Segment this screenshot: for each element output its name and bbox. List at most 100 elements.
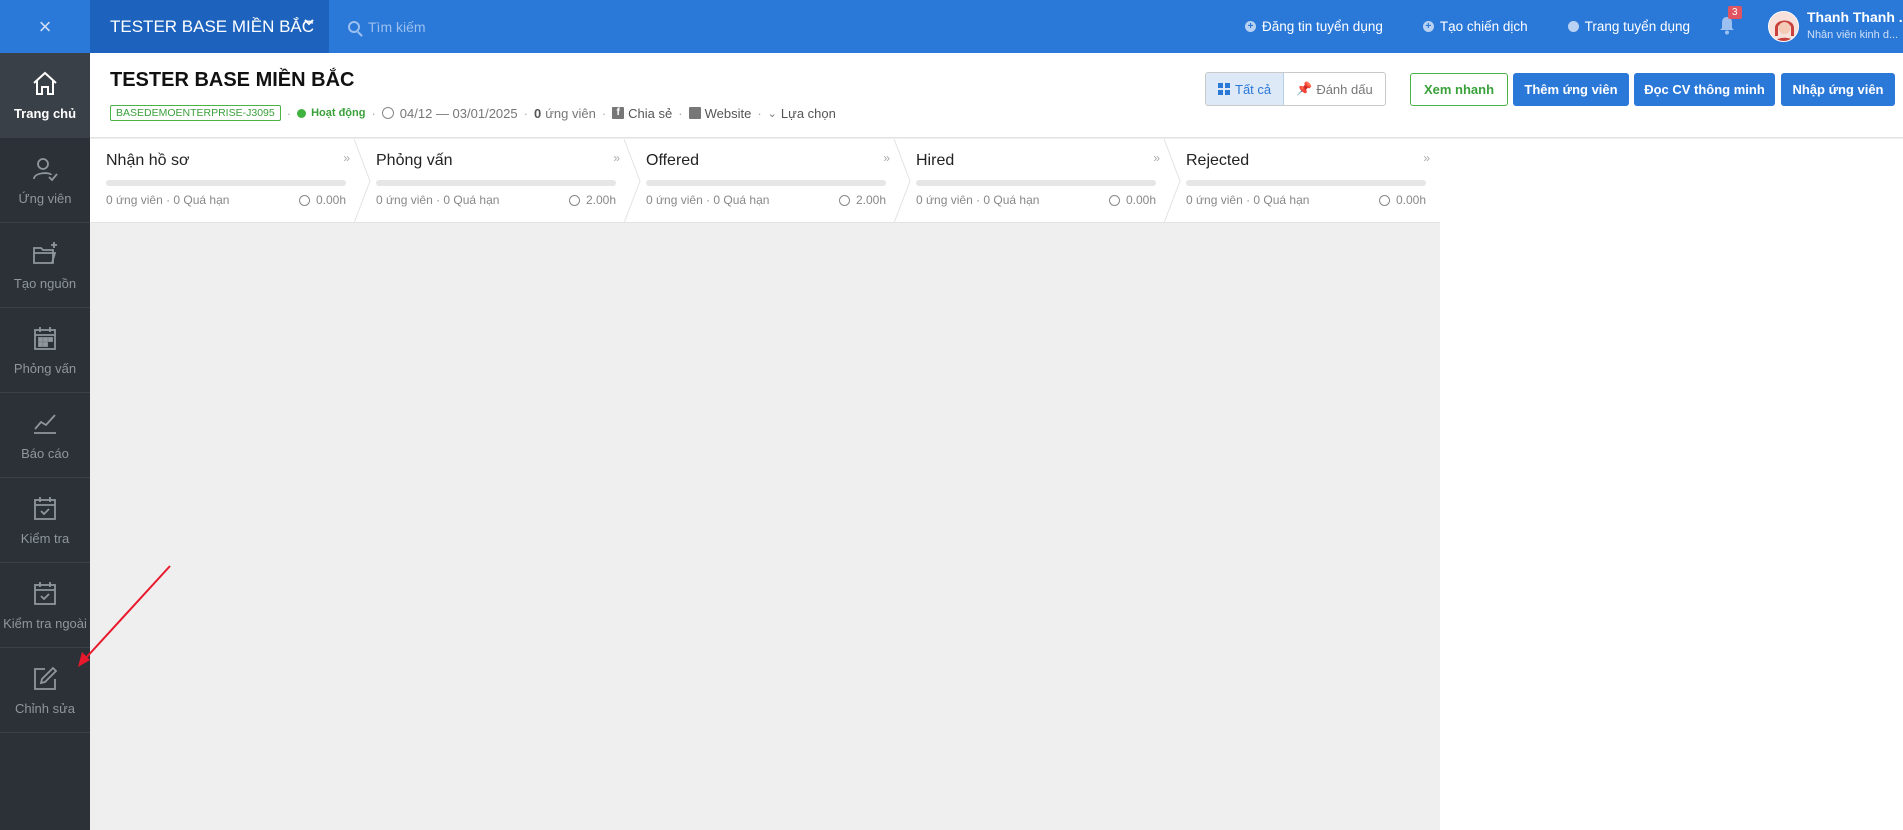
stage-card[interactable]: Nhận hồ sơ » 0 ứng viên · 0 Quá hạn 0.00… [90, 139, 360, 223]
edit-icon [34, 666, 58, 690]
import-candidate-button[interactable]: Nhập ứng viên [1781, 73, 1895, 106]
share-link[interactable]: Chia sẻ [628, 106, 672, 121]
sidebar-item-external-tests[interactable]: Kiểm tra ngoài [0, 563, 90, 648]
sidebar-item-label: Báo cáo [21, 445, 69, 461]
status-dot-icon [297, 108, 307, 118]
toggle-all[interactable]: Tất cả [1206, 73, 1285, 105]
stage-progress-bar [106, 180, 346, 186]
stage-title: Phỏng vấn [376, 152, 453, 169]
sidebar-item-tests[interactable]: Kiểm tra [0, 478, 90, 563]
clock-icon [381, 107, 394, 119]
stage-info: 0 ứng viên · 0 Quá hạn [1186, 193, 1310, 207]
candidate-count: 0 [533, 105, 542, 121]
avatar[interactable] [1768, 11, 1799, 42]
stage-progress-bar [916, 180, 1156, 186]
search-input[interactable]: Tìm kiếm [348, 14, 426, 40]
chevron-down-icon: ⌄ [767, 107, 777, 120]
candidate-count-label: ứng viên [545, 105, 596, 121]
website-link[interactable]: Website [705, 106, 752, 121]
stage-card[interactable]: Offered » 0 ứng viên · 0 Quá hạn 2.00h [630, 139, 900, 223]
options-dropdown[interactable]: Lựa chọn [781, 106, 836, 121]
project-name: TESTER BASE MIỀN BẮC [110, 16, 315, 36]
stage-card[interactable]: Phỏng vấn » 0 ứng viên · 0 Quá hạn 2.00h [360, 139, 630, 223]
timer-icon [298, 194, 310, 206]
external-link-icon [688, 107, 701, 119]
facebook-icon: f [612, 107, 625, 119]
plus-circle-icon: + [1422, 21, 1434, 32]
quick-view-button[interactable]: Xem nhanh [1410, 73, 1508, 106]
user-name[interactable]: Thanh Thanh ... [1807, 9, 1903, 25]
stage-title: Offered [646, 152, 700, 169]
stage-progress-bar [376, 180, 616, 186]
globe-icon [1567, 21, 1579, 32]
user-check-icon [33, 157, 58, 181]
date-range: 04/12 — 03/01/2025 [399, 105, 518, 121]
job-code-badge: BASEDEMOENTERPRISE-J3095 [110, 105, 281, 121]
pipeline-stages: Nhận hồ sơ » 0 ứng viên · 0 Quá hạn 0.00… [90, 139, 1440, 223]
calendar-grid-icon [34, 326, 56, 350]
double-chevron-right-icon[interactable]: » [883, 151, 890, 165]
calendar-check-icon [34, 496, 56, 520]
stage-time-value: 0.00h [315, 193, 346, 207]
career-page-link[interactable]: Trang tuyển dụng [1567, 19, 1690, 34]
sidebar-item-label: Kiểm tra [20, 530, 70, 546]
stage-time-value: 2.00h [855, 193, 886, 207]
double-chevron-right-icon[interactable]: » [613, 151, 620, 165]
sidebar-item-label: Tạo nguồn [13, 275, 77, 291]
timer-icon [568, 194, 580, 206]
sidebar-item-reports[interactable]: Báo cáo [0, 393, 90, 478]
add-candidate-button[interactable]: Thêm ứng viên [1513, 73, 1629, 106]
stage-progress-bar [1186, 180, 1426, 186]
stage-card[interactable]: Hired » 0 ứng viên · 0 Quá hạn 0.00h [900, 139, 1170, 223]
pin-icon: 📌 [1296, 81, 1313, 96]
project-selector[interactable]: TESTER BASE MIỀN BẮC [90, 0, 329, 53]
sidebar-item-label: Chỉnh sửa [14, 700, 75, 716]
right-panel [1440, 139, 1903, 830]
plus-circle-icon: + [1245, 21, 1256, 32]
view-toggle: Tất cả 📌 Đánh dấu [1205, 72, 1386, 106]
page-title: TESTER BASE MIỀN BẮC [110, 69, 355, 91]
sidebar-item-label: Ứng viên [18, 190, 72, 206]
stage-time: 2.00h [838, 193, 886, 207]
notification-badge: 3 [1728, 6, 1742, 19]
double-chevron-right-icon[interactable]: » [1153, 151, 1160, 165]
create-campaign-link[interactable]: + Tạo chiến dịch [1422, 19, 1528, 34]
sidebar-item-edit[interactable]: Chỉnh sửa [0, 648, 90, 733]
stage-card[interactable]: Rejected » 0 ứng viên · 0 Quá hạn 0.00h [1170, 139, 1440, 223]
search-placeholder: Tìm kiếm [368, 19, 426, 35]
sidebar: Trang chủ Ứng viên Tạo nguồn Phỏng vấn B… [0, 53, 90, 830]
status-badge: Hoạt động [297, 107, 365, 119]
toggle-marked-label: Đánh dấu [1316, 81, 1373, 97]
user-role: Nhân viên kinh d... [1807, 29, 1899, 41]
timer-icon [1378, 194, 1390, 206]
job-header: TESTER BASE MIỀN BẮC BASEDEMOENTERPRISE-… [90, 53, 1903, 138]
post-job-link[interactable]: + Đăng tin tuyển dụng [1245, 19, 1383, 34]
calendar-check-icon [34, 581, 56, 605]
home-icon [33, 71, 57, 95]
stage-title: Hired [916, 152, 955, 169]
toggle-marked[interactable]: 📌 Đánh dấu [1284, 73, 1385, 105]
sidebar-item-home[interactable]: Trang chủ [0, 53, 90, 138]
sidebar-item-sourcing[interactable]: Tạo nguồn [0, 223, 90, 308]
double-chevron-right-icon[interactable]: » [343, 151, 350, 165]
stage-time-value: 0.00h [1125, 193, 1156, 207]
sidebar-item-label: Kiểm tra ngoài [3, 615, 87, 631]
stage-time: 0.00h [1108, 193, 1156, 207]
timer-icon [1108, 194, 1120, 206]
read-cv-button[interactable]: Đọc CV thông minh [1634, 73, 1775, 106]
search-icon [348, 21, 360, 33]
timer-icon [838, 194, 850, 206]
chevron-down-icon [304, 19, 314, 26]
stage-time: 2.00h [568, 193, 616, 207]
double-chevron-right-icon[interactable]: » [1423, 151, 1430, 165]
stage-time-value: 0.00h [1395, 193, 1426, 207]
status-label: Hoạt động [311, 107, 366, 119]
close-icon[interactable]: × [0, 0, 90, 53]
sidebar-item-interview[interactable]: Phỏng vấn [0, 308, 90, 393]
grid-icon [1218, 83, 1230, 95]
post-job-label: Đăng tin tuyển dụng [1262, 19, 1383, 34]
career-page-label: Trang tuyển dụng [1584, 19, 1690, 34]
folder-plus-icon [33, 241, 57, 264]
sidebar-item-candidates[interactable]: Ứng viên [0, 138, 90, 223]
stage-info: 0 ứng viên · 0 Quá hạn [106, 193, 230, 207]
